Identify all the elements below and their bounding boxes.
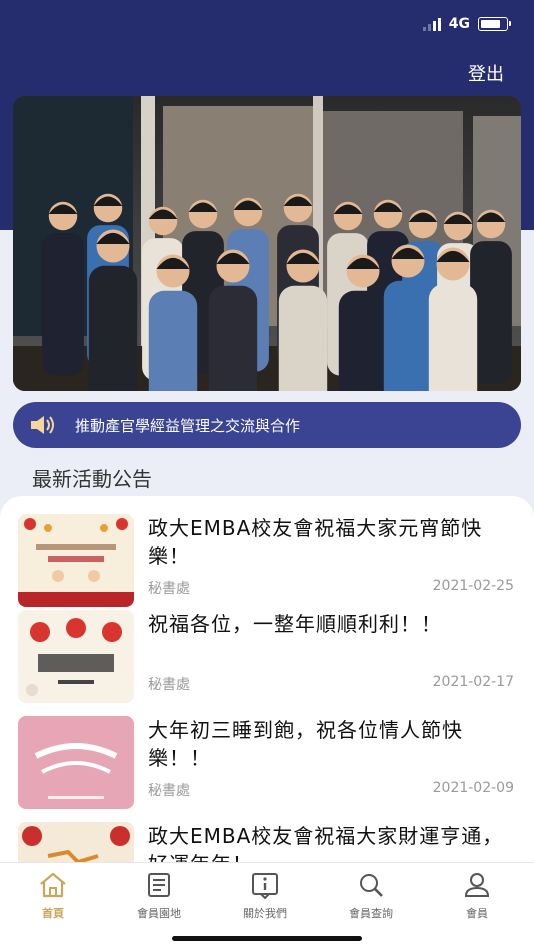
search-icon <box>360 874 383 897</box>
ox-year-thumbnail <box>18 822 134 866</box>
status-bar: 4G <box>0 0 534 50</box>
tab-label: 會員 <box>466 907 488 920</box>
tab-label: 關於我們 <box>243 907 287 920</box>
news-item[interactable]: 政大EMBA校友會祝福大家財運亨通，好運年年！ <box>18 822 518 866</box>
news-author: 秘書處 <box>148 581 190 597</box>
logout-button[interactable]: 登出 <box>468 60 504 86</box>
news-author: 秘書處 <box>148 677 190 693</box>
tab-about-us[interactable]: 關於我們 <box>212 871 318 921</box>
news-item[interactable]: 祝福各位，一整年順順利利！！ 秘書處 2021-02-17 <box>18 610 518 710</box>
tab-member[interactable]: 會員 <box>424 871 530 921</box>
news-title: 祝福各位，一整年順順利利！！ <box>148 612 442 636</box>
tab-member-garden[interactable]: 會員園地 <box>106 871 212 921</box>
tab-label: 會員園地 <box>137 907 181 920</box>
news-date: 2021-02-17 <box>432 674 514 690</box>
banner-carousel[interactable] <box>13 96 521 391</box>
info-icon <box>252 873 278 899</box>
tab-label: 首頁 <box>42 907 64 920</box>
tab-label: 會員查詢 <box>349 907 393 920</box>
news-list: 政大EMBA校友會祝福大家元宵節快樂！ 秘書處 2021-02-25 祝福各位，… <box>0 496 534 866</box>
news-item[interactable]: 政大EMBA校友會祝福大家元宵節快樂！ 秘書處 2021-02-25 <box>18 514 518 614</box>
signal-icon <box>422 17 441 31</box>
new-year-start-thumbnail <box>18 610 134 703</box>
tab-home[interactable]: 首頁 <box>0 871 106 921</box>
network-label: 4G <box>448 16 470 32</box>
news-author: 秘書處 <box>148 783 190 799</box>
announcement-marquee[interactable]: 推動產官學經益管理之交流與合作 <box>13 402 521 448</box>
home-indicator <box>172 936 362 941</box>
lantern-festival-thumbnail <box>18 514 134 607</box>
news-date: 2021-02-25 <box>432 578 514 594</box>
announcement-text: 推動產官學經益管理之交流與合作 <box>75 416 301 435</box>
home-icon <box>40 872 66 898</box>
user-icon <box>464 873 490 897</box>
group-photo-image <box>13 96 521 391</box>
news-item[interactable]: 大年初三睡到飽，祝各位情人節快樂！！ 秘書處 2021-02-09 <box>18 716 518 816</box>
news-title: 政大EMBA校友會祝福大家元宵節快樂！ <box>148 516 483 568</box>
news-title: 政大EMBA校友會祝福大家財運亨通，好運年年！ <box>148 824 504 866</box>
speaker-icon <box>31 416 54 434</box>
news-date: 2021-02-09 <box>432 780 514 796</box>
battery-icon <box>478 17 511 31</box>
document-icon <box>148 873 170 897</box>
tab-member-search[interactable]: 會員查詢 <box>318 871 424 921</box>
section-title: 最新活動公告 <box>32 467 152 491</box>
news-title: 大年初三睡到飽，祝各位情人節快樂！！ <box>148 718 463 770</box>
valentines-thumbnail <box>18 716 134 809</box>
